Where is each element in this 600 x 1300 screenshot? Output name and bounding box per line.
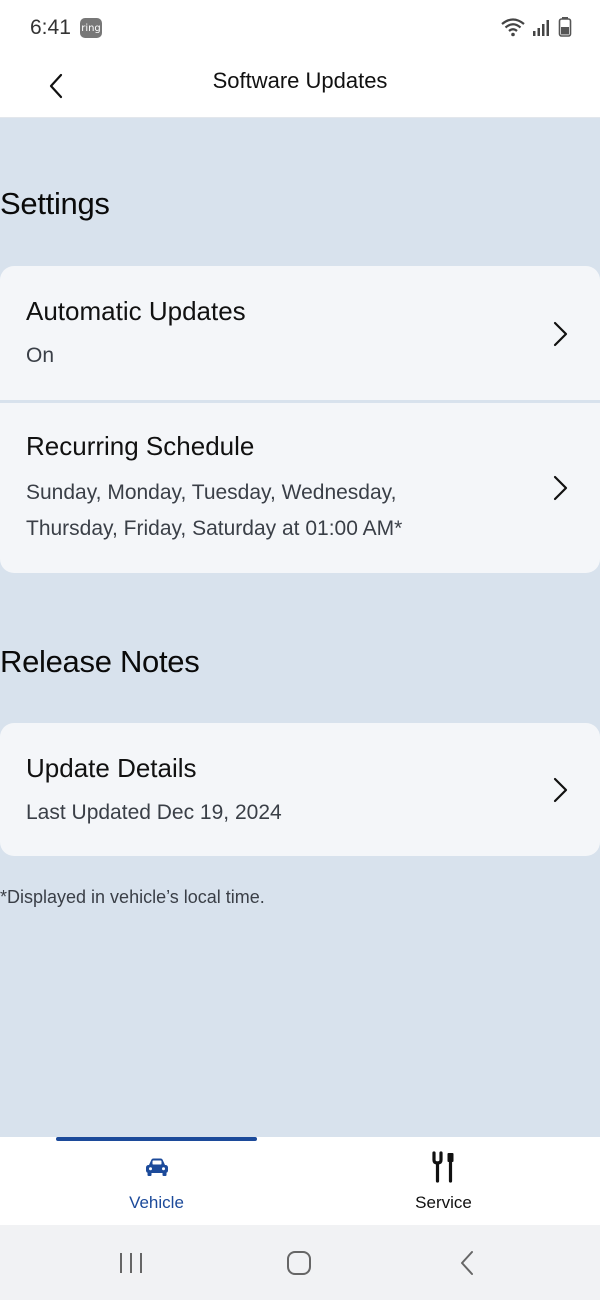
status-bar: 6:41 ring bbox=[0, 0, 600, 56]
release-notes-section-title: Release Notes bbox=[0, 644, 200, 679]
automatic-updates-title: Automatic Updates bbox=[26, 296, 246, 326]
automatic-updates-row[interactable]: Automatic Updates On bbox=[0, 266, 600, 400]
tab-service-label: Service bbox=[415, 1193, 472, 1212]
recent-apps-button[interactable] bbox=[111, 1247, 151, 1279]
settings-card: Automatic Updates On Recurring Schedule … bbox=[0, 266, 600, 573]
chevron-right-icon bbox=[553, 321, 568, 347]
system-navigation-bar bbox=[0, 1225, 600, 1300]
recurring-schedule-row[interactable]: Recurring Schedule Sunday, Monday, Tuesd… bbox=[0, 403, 600, 573]
home-button[interactable] bbox=[279, 1247, 319, 1279]
local-time-footnote: *Displayed in vehicle’s local time. bbox=[0, 887, 265, 907]
automatic-updates-value: On bbox=[26, 344, 55, 367]
tools-icon bbox=[431, 1151, 453, 1183]
chevron-right-icon bbox=[553, 475, 568, 501]
home-icon bbox=[287, 1251, 311, 1275]
recurring-schedule-value: Sunday, Monday, Tuesday, Wednesday, Thur… bbox=[26, 481, 403, 540]
release-notes-card: Update Details Last Updated Dec 19, 2024 bbox=[0, 723, 600, 856]
ring-app-icon: ring bbox=[80, 18, 102, 38]
wifi-icon bbox=[501, 18, 525, 37]
tab-service[interactable]: Service bbox=[343, 1137, 544, 1225]
update-details-value: Last Updated Dec 19, 2024 bbox=[26, 801, 282, 824]
bottom-tab-bar: Vehicle Service bbox=[0, 1137, 600, 1225]
chevron-right-icon bbox=[553, 777, 568, 803]
recurring-schedule-title: Recurring Schedule bbox=[26, 431, 255, 461]
signal-icon bbox=[533, 20, 549, 36]
recent-apps-icon bbox=[120, 1253, 142, 1273]
app-header: Software Updates bbox=[0, 56, 600, 118]
battery-icon bbox=[558, 17, 572, 37]
car-icon bbox=[145, 1158, 168, 1176]
status-icons bbox=[500, 16, 572, 38]
tab-vehicle[interactable]: Vehicle bbox=[56, 1137, 257, 1225]
tab-vehicle-label: Vehicle bbox=[129, 1193, 184, 1212]
system-back-button[interactable] bbox=[447, 1247, 487, 1279]
settings-section-title: Settings bbox=[0, 186, 110, 221]
back-arrow-icon bbox=[461, 1251, 473, 1275]
update-details-row[interactable]: Update Details Last Updated Dec 19, 2024 bbox=[0, 723, 600, 856]
page-title: Software Updates bbox=[212, 68, 388, 93]
update-details-title: Update Details bbox=[26, 753, 197, 783]
status-time: 6:41 bbox=[30, 16, 71, 39]
